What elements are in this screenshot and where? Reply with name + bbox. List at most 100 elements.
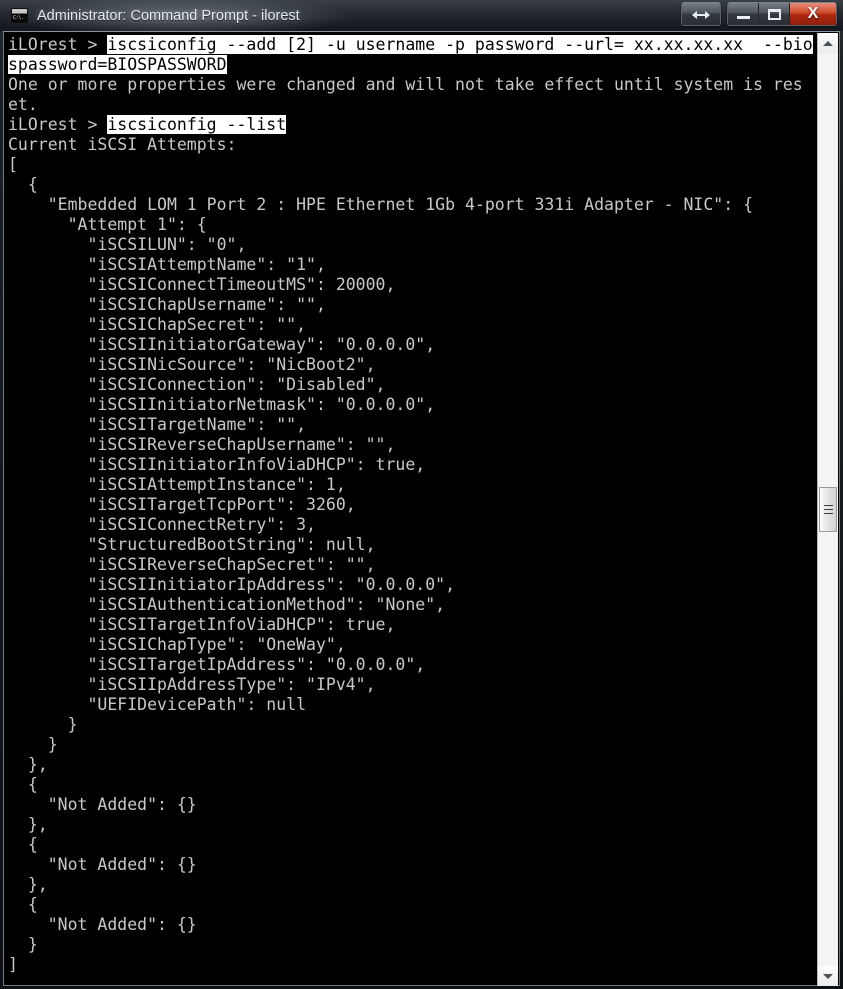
console-line-text: "iSCSIAttemptInstance": 1, [8, 475, 346, 494]
console-line-text: "iSCSIInitiatorNetmask": "0.0.0.0", [8, 395, 436, 414]
title-bar[interactable]: C:\. Administrator: Command Prompt - ilo… [0, 0, 843, 31]
console-line-text: "iSCSIChapSecret": "", [8, 315, 307, 334]
console-line: et. [8, 95, 814, 115]
console-line-text: "iSCSITargetInfoViaDHCP": true, [8, 615, 396, 634]
console-line: "iSCSITargetName": "", [8, 415, 814, 435]
window-controls: X [681, 2, 837, 26]
console-line: "iSCSIInitiatorInfoViaDHCP": true, [8, 455, 814, 475]
console-line: "Attempt 1": { [8, 215, 814, 235]
console-line: }, [8, 875, 814, 895]
close-button[interactable]: X [790, 3, 836, 25]
console-line-text: "Not Added": {} [8, 855, 197, 874]
console-line: "iSCSIAuthenticationMethod": "None", [8, 595, 814, 615]
minimize-button[interactable] [728, 3, 759, 25]
console-line: "iSCSITargetInfoViaDHCP": true, [8, 615, 814, 635]
console-line-text: "iSCSIInitiatorInfoViaDHCP": true, [8, 455, 426, 474]
console-line: { [8, 175, 814, 195]
console-line: } [8, 935, 814, 955]
console-line: iLOrest > iscsiconfig --list [8, 115, 814, 135]
console-line-text: "iSCSITargetIpAddress": "0.0.0.0", [8, 655, 426, 674]
console-line-text: }, [8, 815, 48, 834]
console-line: "iSCSIReverseChapSecret": "", [8, 555, 814, 575]
console-line-text: { [8, 175, 38, 194]
chevron-up-icon [823, 40, 833, 46]
console-line: Current iSCSI Attempts: [8, 135, 814, 155]
console-line-text: { [8, 775, 38, 794]
scroll-up-button[interactable] [818, 33, 838, 53]
console-line-text: } [8, 935, 38, 954]
console-line: One or more properties were changed and … [8, 75, 814, 95]
console-line-text: "iSCSIAuthenticationMethod": "None", [8, 595, 446, 614]
maximize-icon [767, 8, 781, 20]
console-line: ] [8, 955, 814, 975]
scrollbar-track[interactable] [818, 53, 838, 966]
console-line-text: "iSCSIAttemptName": "1", [8, 255, 326, 274]
window-button-group: X [727, 2, 837, 26]
thumb-grip-line [823, 505, 833, 506]
console-line: "Not Added": {} [8, 795, 814, 815]
resize-button-group [681, 2, 721, 26]
console-line: { [8, 835, 814, 855]
resize-button[interactable] [682, 3, 720, 25]
console-line-text: "iSCSIChapUsername": "", [8, 295, 326, 314]
console-line-text: "iSCSIReverseChapSecret": "", [8, 555, 376, 574]
console-line-text: "iSCSIIpAddressType": "IPv4", [8, 675, 376, 694]
console-line-text: }, [8, 875, 48, 894]
console-line: "iSCSIInitiatorIpAddress": "0.0.0.0", [8, 575, 814, 595]
console-line-text: "iSCSIInitiatorGateway": "0.0.0.0", [8, 335, 436, 354]
console-line: { [8, 775, 814, 795]
console-line: "Not Added": {} [8, 855, 814, 875]
console-line-text: "UEFIDevicePath": null [8, 695, 307, 714]
window-title: Administrator: Command Prompt - ilorest [37, 7, 300, 24]
console-line-text: "iSCSIConnection": "Disabled", [8, 375, 386, 394]
thumb-grip-line [823, 513, 833, 514]
console-line: "iSCSIChapUsername": "", [8, 295, 814, 315]
console-line: [ [8, 155, 814, 175]
vertical-scrollbar[interactable] [817, 33, 838, 986]
command-prompt-icon[interactable]: C:\. [11, 8, 28, 23]
console-line: "iSCSITargetIpAddress": "0.0.0.0", [8, 655, 814, 675]
console-line-text: Current iSCSI Attempts: [8, 135, 237, 154]
minimize-icon [736, 16, 750, 19]
console-output: iLOrest > iscsiconfig --add [2] -u usern… [8, 35, 814, 975]
scroll-down-button[interactable] [818, 966, 838, 986]
console-line-text: { [8, 835, 38, 854]
scrollbar-thumb[interactable] [819, 487, 837, 532]
console-line: "iSCSIConnectRetry": 3, [8, 515, 814, 535]
console-line-text: { [8, 895, 38, 914]
console-line: "StructuredBootString": null, [8, 535, 814, 555]
console-line-text: et. [8, 95, 38, 114]
console-line: "Embedded LOM 1 Port 2 : HPE Ethernet 1G… [8, 195, 814, 215]
console-line-text: }, [8, 755, 48, 774]
console-line-text: "iSCSIChapType": "OneWay", [8, 635, 346, 654]
console-client-area: iLOrest > iscsiconfig --add [2] -u usern… [3, 31, 840, 986]
console-line-text: "iSCSINicSource": "NicBoot2", [8, 355, 376, 374]
command-prompt-window: C:\. Administrator: Command Prompt - ilo… [0, 0, 843, 989]
console-line-text: "Embedded LOM 1 Port 2 : HPE Ethernet 1G… [8, 195, 754, 214]
console-line-text: "iSCSIReverseChapUsername": "", [8, 435, 396, 454]
console-line: "iSCSIChapSecret": "", [8, 315, 814, 335]
console-line: "iSCSINicSource": "NicBoot2", [8, 355, 814, 375]
console-line: }, [8, 815, 814, 835]
maximize-button[interactable] [759, 3, 790, 25]
close-icon: X [807, 5, 819, 22]
console-line: "iSCSIConnection": "Disabled", [8, 375, 814, 395]
console-line-text: "iSCSITargetName": "", [8, 415, 307, 434]
console-line: { [8, 895, 814, 915]
console-line-text: ] [8, 955, 18, 974]
chevron-down-icon [823, 973, 833, 979]
icon-prompt-text: C:\. [12, 14, 27, 22]
console-line-text: "StructuredBootString": null, [8, 535, 376, 554]
console-line-text: "iSCSIConnectTimeoutMS": 20000, [8, 275, 396, 294]
console-text-surface[interactable]: iLOrest > iscsiconfig --add [2] -u usern… [8, 35, 814, 981]
console-prompt: iLOrest > [8, 35, 108, 54]
console-line: "iSCSIAttemptName": "1", [8, 255, 814, 275]
console-line: "Not Added": {} [8, 915, 814, 935]
console-line: "iSCSIAttemptInstance": 1, [8, 475, 814, 495]
console-line: iLOrest > iscsiconfig --add [2] -u usern… [8, 35, 814, 55]
console-line-text: "iSCSIConnectRetry": 3, [8, 515, 316, 534]
console-line: "iSCSIConnectTimeoutMS": 20000, [8, 275, 814, 295]
console-line: }, [8, 755, 814, 775]
console-line: "iSCSIInitiatorGateway": "0.0.0.0", [8, 335, 814, 355]
console-line: "iSCSIIpAddressType": "IPv4", [8, 675, 814, 695]
